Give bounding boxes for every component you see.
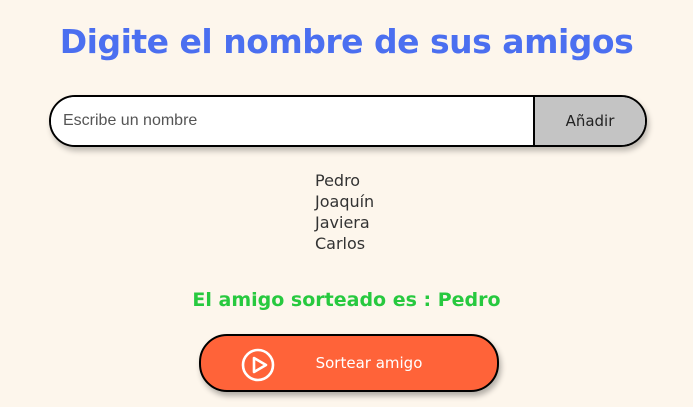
add-friend-form: Añadir [49, 95, 647, 147]
list-item: Pedro [315, 171, 361, 190]
list-item: Carlos [315, 234, 366, 253]
name-input[interactable] [51, 97, 533, 145]
draw-friend-button[interactable]: Sortear amigo [199, 334, 499, 392]
draw-button-label: Sortear amigo [315, 354, 423, 372]
friend-list: Pedro Joaquín Javiera Carlos [315, 170, 374, 254]
page-title: Digite el nombre de sus amigos [59, 22, 634, 61]
add-button[interactable]: Añadir [533, 97, 645, 145]
list-item: Joaquín [315, 192, 375, 211]
draw-result: El amigo sorteado es : Pedro [192, 289, 501, 311]
list-item: Javiera [315, 213, 370, 232]
